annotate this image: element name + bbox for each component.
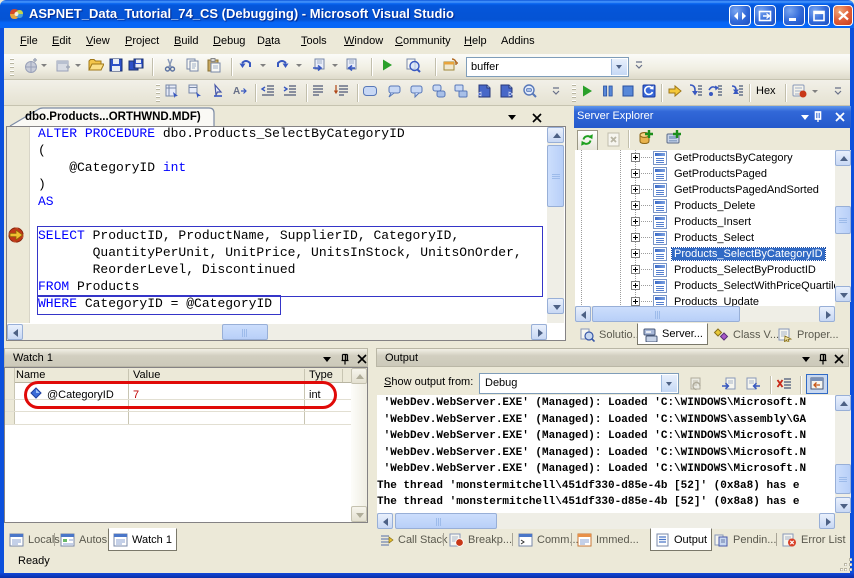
svg-text:A: A (233, 86, 240, 97)
